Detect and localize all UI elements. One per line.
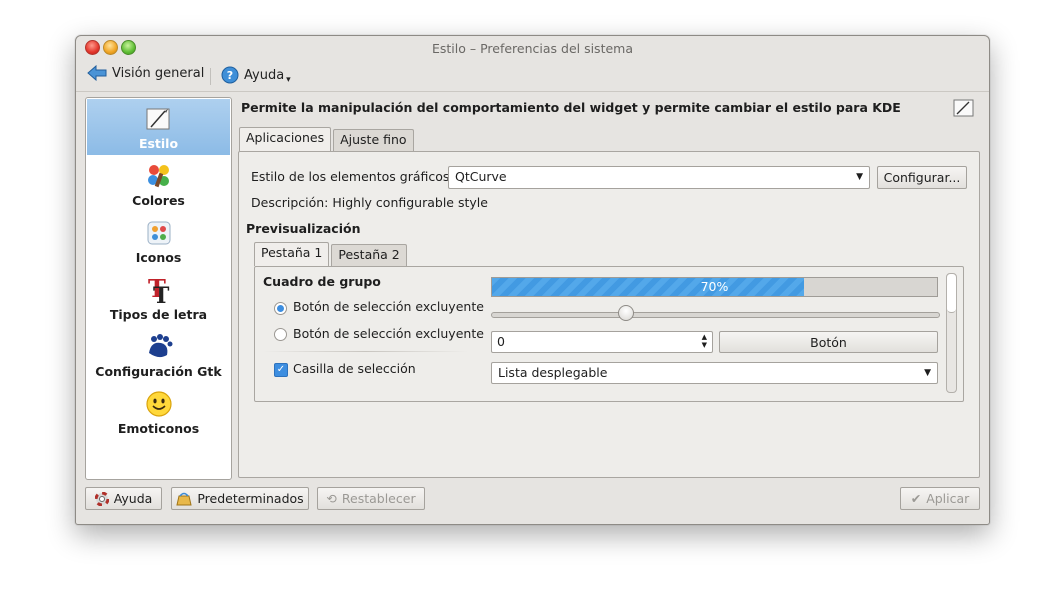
chevron-down-icon: ▼ [856, 172, 863, 182]
sidebar-item-label: Configuración Gtk [95, 364, 222, 379]
style-description: Descripción: Highly configurable style [251, 195, 488, 210]
sidebar-item-label: Emoticonos [117, 421, 200, 436]
help-lifebuoy-icon [94, 491, 109, 506]
reset-button[interactable]: ⟲ Restablecer [317, 487, 425, 510]
sidebar-item-fonts[interactable]: T T Tipos de letra [87, 270, 230, 326]
style-header-icon [953, 98, 975, 122]
overview-button[interactable]: Visión general [87, 65, 204, 81]
widget-style-value: QtCurve [455, 169, 507, 184]
sidebar-item-label: Iconos [135, 250, 182, 265]
help-icon: ? [221, 66, 239, 84]
title-bar[interactable]: Estilo – Preferencias del sistema [76, 36, 989, 62]
toolbar-separator [210, 68, 211, 85]
apply-button[interactable]: ✔ Aplicar [900, 487, 980, 510]
button-bar: Ayuda Predeterminados ⟲ Restablecer ✔ Ap… [76, 484, 989, 514]
system-settings-window: Estilo – Preferencias del sistema Visión… [75, 35, 990, 525]
applications-panel: Estilo de los elementos gráficos: QtCurv… [238, 151, 980, 478]
window-body: Estilo Colores Iconos T T Tipos de letra… [76, 91, 989, 524]
radio-button-1[interactable] [274, 302, 287, 315]
preview-button[interactable]: Botón [719, 331, 938, 353]
configure-button[interactable]: Configurar... [877, 166, 967, 189]
sidebar-item-colors[interactable]: Colores [87, 156, 230, 212]
icons-icon [145, 219, 173, 247]
radio-button-2[interactable] [274, 328, 287, 341]
toolbar: Visión general ? Ayuda ▾ [76, 62, 989, 89]
sidebar-item-label: Colores [132, 193, 185, 208]
sidebar-item-icons[interactable]: Iconos [87, 213, 230, 269]
scrollbar-thumb[interactable] [947, 274, 956, 313]
help-button-label: Ayuda [113, 491, 153, 506]
vertical-scrollbar[interactable] [946, 273, 957, 393]
checkbox-label: Casilla de selección [293, 361, 416, 376]
progress-text: 70% [700, 279, 729, 294]
preview-tabs: Pestaña 1 Pestaña 2 [254, 242, 409, 266]
tab-preview-2[interactable]: Pestaña 2 [331, 244, 407, 266]
style-module: Permite la manipulación del comportamien… [238, 97, 980, 478]
overview-label: Visión general [112, 65, 205, 81]
reset-button-label: Restablecer [341, 491, 416, 506]
widget-style-label: Estilo de los elementos gráficos: [251, 169, 454, 184]
category-sidebar: Estilo Colores Iconos T T Tipos de letra… [85, 97, 232, 480]
slider-handle[interactable] [618, 305, 635, 321]
sidebar-item-gtk[interactable]: Configuración Gtk [87, 327, 230, 383]
back-arrow-icon [87, 65, 107, 81]
checkbox[interactable]: ✓ [274, 363, 288, 377]
spin-value: 0 [497, 334, 505, 349]
group-box-title: Cuadro de grupo [263, 274, 381, 289]
radio-1-label: Botón de selección excluyente [293, 299, 484, 314]
slider-track[interactable] [491, 312, 940, 318]
emoticons-icon [145, 390, 173, 418]
gtk-icon [145, 333, 173, 361]
preview-heading: Previsualización [246, 221, 361, 236]
colors-icon [145, 162, 173, 190]
svg-text:?: ? [227, 69, 233, 82]
module-header: Permite la manipulación del comportamien… [241, 100, 901, 115]
tab-applications[interactable]: Aplicaciones [239, 127, 332, 151]
defaults-button[interactable]: Predeterminados [171, 487, 309, 510]
sidebar-item-label: Tipos de letra [109, 307, 208, 322]
sidebar-item-label: Estilo [138, 136, 179, 151]
fonts-icon: T T [145, 275, 173, 305]
module-tabs: Aplicaciones Ajuste fino [239, 127, 416, 151]
help-button[interactable]: Ayuda [85, 487, 162, 510]
divider [263, 351, 468, 352]
radio-2-label: Botón de selección excluyente [293, 326, 484, 341]
defaults-icon [176, 492, 192, 505]
defaults-button-label: Predeterminados [197, 491, 304, 506]
widget-style-select[interactable]: QtCurve ▼ [448, 166, 870, 189]
chevron-down-icon: ▼ [924, 368, 931, 378]
sidebar-item-emoticons[interactable]: Emoticonos [87, 384, 230, 440]
tab-fine-tuning[interactable]: Ajuste fino [333, 129, 414, 151]
tab-preview-1[interactable]: Pestaña 1 [254, 242, 330, 266]
spin-arrows-icon[interactable]: ▲ ▼ [702, 333, 707, 349]
spin-box[interactable]: 0 ▲ ▼ [491, 331, 713, 353]
sidebar-item-style[interactable]: Estilo [87, 99, 230, 155]
undo-icon: ⟲ [326, 491, 337, 506]
preview-panel: Cuadro de grupo Botón de selección exclu… [254, 266, 964, 402]
preview-combo-box[interactable]: Lista desplegable ▼ [491, 362, 938, 384]
preview-combo-value: Lista desplegable [498, 365, 608, 380]
window-title: Estilo – Preferencias del sistema [431, 41, 634, 56]
style-icon [145, 105, 173, 133]
help-menu-button[interactable]: ? Ayuda ▾ [221, 65, 291, 85]
help-label: Ayuda [244, 67, 285, 83]
dropdown-arrow-icon: ▾ [286, 75, 291, 85]
apply-button-label: Aplicar [926, 491, 970, 506]
checkmark-icon: ✔ [910, 491, 922, 506]
progress-bar: 70% [491, 277, 938, 297]
svg-text:T: T [153, 283, 170, 305]
